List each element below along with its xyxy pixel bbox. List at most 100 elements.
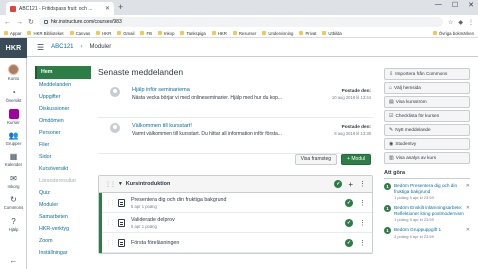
add-module-button[interactable]: + Modul bbox=[341, 154, 371, 165]
course-nav-discussions[interactable]: Diskussioner bbox=[35, 103, 91, 115]
star-icon[interactable]: ☆ bbox=[448, 19, 453, 26]
module-item-title[interactable]: Validerade delprov bbox=[131, 217, 345, 223]
back-icon[interactable]: ← bbox=[4, 19, 11, 26]
course-nav-announcements[interactable]: Meddelanden bbox=[35, 79, 91, 91]
bookmark-item[interactable]: HKR bbox=[211, 31, 227, 36]
announcement-title[interactable]: Välkommen till kursstart! bbox=[132, 123, 192, 129]
drag-handle-icon[interactable]: ⋮⋮ bbox=[106, 220, 115, 226]
module-item[interactable]: ⋮⋮ Validerade delprov 5 apr 1 poäng ✓ ⋮ bbox=[99, 212, 372, 233]
course-nav-modules[interactable]: Moduler bbox=[35, 199, 91, 211]
published-check-icon[interactable]: ✓ bbox=[345, 198, 353, 207]
maximize-icon[interactable]: ☐ bbox=[452, 1, 458, 9]
course-nav-settings[interactable]: Inställningar bbox=[35, 247, 91, 259]
bookmark-icon bbox=[180, 31, 185, 35]
dismiss-icon[interactable]: ✕ bbox=[466, 183, 470, 189]
bookmark-item[interactable]: Canvas bbox=[69, 31, 90, 36]
module-item-title[interactable]: Presentera dig och din fruktiga bakgrund bbox=[131, 197, 345, 203]
global-nav-dashboard[interactable]: ◔ Översikt bbox=[0, 88, 27, 103]
import-commons-button[interactable]: ⇩ Importera från Commons bbox=[384, 68, 470, 80]
global-nav-help[interactable]: ? Hjälp bbox=[0, 217, 27, 232]
course-nav-assignments[interactable]: Uppgifter bbox=[35, 91, 91, 103]
browser-tab[interactable]: ABC121 - Fritidspass fruit: och ... ✕ bbox=[6, 2, 114, 15]
course-nav-files[interactable]: Filer bbox=[35, 139, 91, 151]
course-nav-zoom[interactable]: Zoom bbox=[35, 235, 91, 247]
global-nav-calendar[interactable]: ▦ Kalender bbox=[0, 152, 27, 167]
close-window-icon[interactable]: ✕ bbox=[468, 1, 474, 9]
close-tab-icon[interactable]: ✕ bbox=[105, 5, 110, 12]
todo-title[interactable]: Bedöm Gruppuppgift 1 bbox=[394, 227, 470, 233]
add-item-icon[interactable]: + bbox=[348, 180, 353, 189]
bookmark-item[interactable]: HKR Biblioteket bbox=[27, 31, 64, 36]
global-nav-commons[interactable]: ↻ Commons bbox=[0, 195, 27, 210]
global-nav-groups[interactable]: 👥 Grupper bbox=[0, 131, 27, 146]
dismiss-icon[interactable]: ✕ bbox=[466, 227, 470, 233]
more-options-icon[interactable]: ⋮ bbox=[359, 239, 366, 247]
collapse-arrow-icon[interactable]: ▾ bbox=[119, 181, 122, 187]
course-nav-home[interactable]: Hem bbox=[35, 66, 91, 79]
course-nav-syllabus[interactable]: Kursöversikt bbox=[35, 163, 91, 175]
todo-item[interactable]: 1 Bedöm Presentera dig och din fruktiga … bbox=[384, 183, 470, 200]
course-analytics-button[interactable]: ▥ Visa analys av kurs bbox=[384, 152, 470, 164]
more-options-icon[interactable]: ⋮ bbox=[359, 199, 366, 207]
announcement-item[interactable]: Välkommen till kursstart! Varmt välkomme… bbox=[98, 118, 373, 154]
more-options-icon[interactable]: ⋮ bbox=[359, 180, 366, 188]
published-check-icon[interactable]: ✓ bbox=[345, 238, 353, 247]
todo-item[interactable]: 1 Bedöm Enskilt inlämningsarbete: Reflek… bbox=[384, 205, 470, 222]
bookmark-item[interactable]: Resurser bbox=[232, 31, 256, 36]
drag-handle-icon[interactable]: ⋮⋮ bbox=[106, 200, 115, 206]
bookmark-item[interactable]: Inkop bbox=[157, 31, 174, 36]
published-check-icon[interactable]: ✓ bbox=[334, 180, 343, 188]
groups-icon: 👥 bbox=[8, 131, 19, 140]
module-header[interactable]: ⋮⋮ ▾ Kursintroduktion ✓ + ⋮ bbox=[99, 176, 372, 193]
choose-home-button[interactable]: ⌂ Välj hemsida bbox=[384, 82, 470, 94]
menu-dots-icon[interactable]: ⋮ bbox=[468, 19, 474, 26]
address-bar[interactable]: hkr.instructure.com/courses/983 bbox=[38, 17, 443, 27]
breadcrumb-course[interactable]: ABC121 bbox=[51, 44, 73, 50]
global-nav-inbox[interactable]: ✉ Inkorg bbox=[0, 174, 27, 189]
collapse-nav-icon[interactable]: ← bbox=[0, 256, 27, 266]
bookmark-item[interactable]: HKR bbox=[96, 31, 111, 36]
course-nav-pages[interactable]: Sidor bbox=[35, 151, 91, 163]
course-checklist-button[interactable]: ☑ Checklista för kursen bbox=[384, 110, 470, 122]
module-item[interactable]: ⋮⋮ Presentera dig och din fruktiga bakgr… bbox=[99, 192, 372, 213]
forward-icon[interactable]: → bbox=[16, 19, 23, 26]
bookmark-item[interactable]: Gmail bbox=[117, 31, 134, 36]
module-item[interactable]: ⋮⋮ Första föreläsningen ✓ ⋮ bbox=[99, 232, 372, 253]
course-nav-hkr-tools[interactable]: HKR-verktyg bbox=[35, 223, 91, 235]
course-nav-quiz[interactable]: Quiz bbox=[35, 187, 91, 199]
todo-title[interactable]: Bedöm Presentera dig och din fruktiga ba… bbox=[394, 183, 470, 194]
global-nav-courses[interactable]: Kurser bbox=[0, 109, 27, 125]
new-announcement-button[interactable]: ✎ Nytt meddelande bbox=[384, 124, 470, 136]
module-item-title[interactable]: Första föreläsningen bbox=[131, 240, 345, 246]
course-stream-button[interactable]: ▤ Visa kursström bbox=[384, 96, 470, 108]
course-nav-outcomes[interactable]: Läranderesultat bbox=[35, 175, 91, 187]
course-nav-grades[interactable]: Omdömen bbox=[35, 115, 91, 127]
bookmark-item[interactable]: FB bbox=[140, 31, 152, 36]
hkr-logo[interactable]: HKR bbox=[0, 38, 27, 58]
reload-icon[interactable]: ↻ bbox=[28, 18, 34, 26]
announcement-item[interactable]: Hjälp inför seminariema Nästa vecka börj… bbox=[98, 82, 373, 118]
bookmark-item[interactable]: Tankspiga bbox=[180, 31, 206, 36]
course-nav-collaborations[interactable]: Samarbeten bbox=[35, 211, 91, 223]
published-check-icon[interactable]: ✓ bbox=[345, 218, 353, 227]
hamburger-menu-icon[interactable]: ☰ bbox=[37, 43, 44, 52]
bookmark-item[interactable]: Undervisning bbox=[262, 31, 293, 36]
bookmark-item[interactable]: Privat bbox=[299, 31, 316, 36]
bookmark-item[interactable]: Utbilda bbox=[322, 31, 342, 36]
todo-title[interactable]: Bedöm Enskilt inlämningsarbete: Reflekti… bbox=[394, 205, 470, 216]
show-progress-button[interactable]: Visa framsteg bbox=[294, 154, 338, 165]
drag-handle-icon[interactable]: ⋮⋮ bbox=[106, 240, 115, 246]
drag-handle-icon[interactable]: ⋮⋮ bbox=[105, 181, 116, 188]
minimize-icon[interactable]: — bbox=[435, 1, 442, 9]
bookmark-item[interactable]: Appar bbox=[4, 31, 21, 36]
new-tab-button[interactable]: + bbox=[118, 2, 123, 13]
announcement-title[interactable]: Hjälp inför seminariema bbox=[132, 87, 190, 93]
bookmark-other[interactable]: Övriga bokmärken bbox=[432, 31, 474, 36]
global-nav-account[interactable]: Konto bbox=[0, 64, 27, 81]
more-options-icon[interactable]: ⋮ bbox=[359, 219, 366, 227]
course-nav-people[interactable]: Personer bbox=[35, 127, 91, 139]
extension-icon[interactable]: ◆ bbox=[458, 19, 463, 26]
dismiss-icon[interactable]: ✕ bbox=[466, 205, 470, 211]
todo-item[interactable]: 1 Bedöm Gruppuppgift 1 3 poäng 5 apr kl … bbox=[384, 227, 470, 239]
student-view-button[interactable]: ◉ Studentvy bbox=[384, 138, 470, 150]
